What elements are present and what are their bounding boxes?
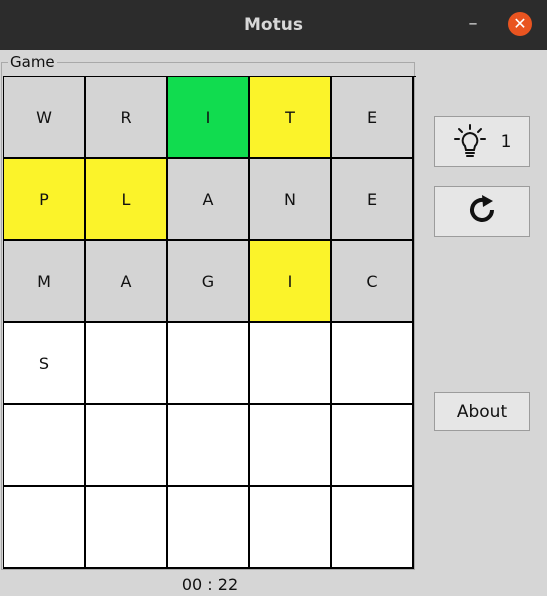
grid-cell: G — [168, 241, 250, 323]
grid-cell — [86, 405, 168, 487]
grid-cell — [332, 405, 414, 487]
hint-button[interactable]: 1 — [434, 116, 530, 167]
grid-cell — [250, 405, 332, 487]
grid-cell — [86, 323, 168, 405]
grid-cell — [332, 323, 414, 405]
grid-cell: S — [4, 323, 86, 405]
grid-cell — [4, 405, 86, 487]
window-client-area: Game WRITE PLANE MAGIC S 00 : 22 1 About — [0, 50, 547, 596]
grid-cell — [250, 487, 332, 569]
grid-cell: E — [332, 77, 414, 159]
grid-cell — [168, 405, 250, 487]
grid-cell: A — [168, 159, 250, 241]
about-button[interactable]: About — [434, 392, 530, 431]
grid-cell: L — [86, 159, 168, 241]
grid-cell: C — [332, 241, 414, 323]
grid-cell: E — [332, 159, 414, 241]
game-timer: 00 : 22 — [181, 575, 239, 594]
lightbulb-icon — [453, 123, 487, 161]
grid-cell — [332, 487, 414, 569]
grid-cell: R — [86, 77, 168, 159]
grid-cell — [4, 487, 86, 569]
grid-cell: M — [4, 241, 86, 323]
title-bar: Motus – ✕ — [0, 0, 547, 50]
game-group-label: Game — [10, 53, 55, 71]
grid-cell — [168, 487, 250, 569]
grid-cell: P — [4, 159, 86, 241]
close-button[interactable]: ✕ — [508, 12, 532, 36]
grid-cell — [250, 323, 332, 405]
grid-cell: I — [250, 241, 332, 323]
grid-cell: T — [250, 77, 332, 159]
grid-cell — [86, 487, 168, 569]
hint-count: 1 — [500, 131, 512, 152]
grid-cell: I — [168, 77, 250, 159]
reset-button[interactable] — [434, 186, 530, 237]
grid-cell: N — [250, 159, 332, 241]
minimize-button[interactable]: – — [463, 14, 483, 34]
refresh-icon — [464, 192, 500, 232]
grid-cell: W — [4, 77, 86, 159]
letter-grid: WRITE PLANE MAGIC S — [3, 76, 416, 569]
grid-cell — [168, 323, 250, 405]
grid-cell: A — [86, 241, 168, 323]
